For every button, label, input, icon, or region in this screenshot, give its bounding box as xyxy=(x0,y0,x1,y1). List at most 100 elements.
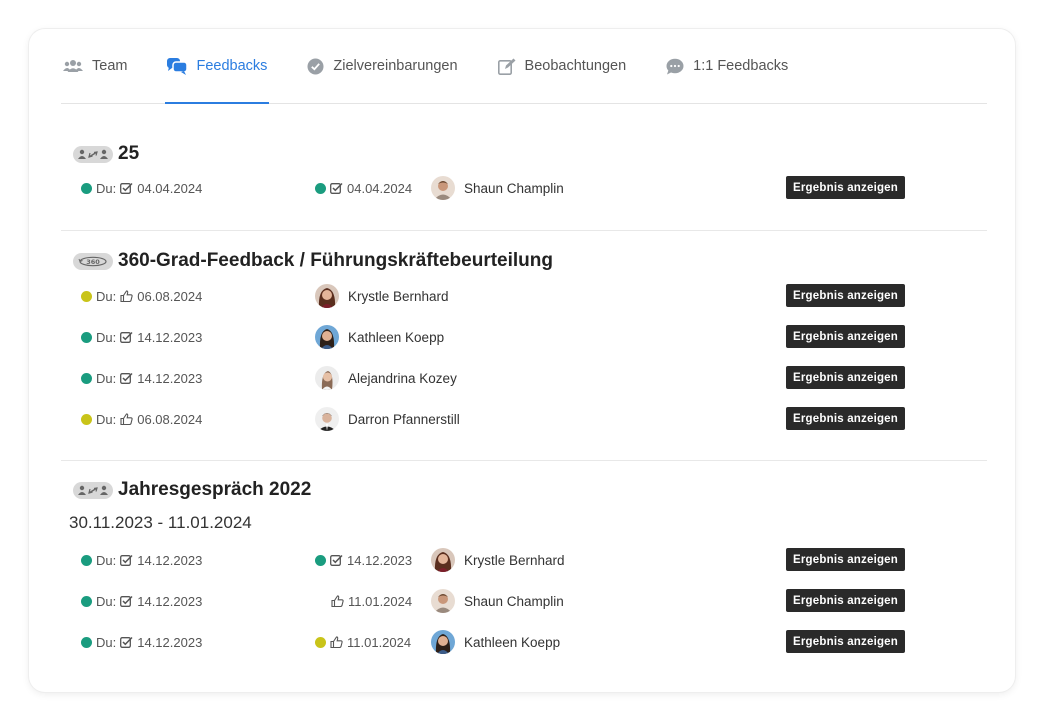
tab-feedbacks[interactable]: Feedbacks xyxy=(165,29,270,104)
status-dot xyxy=(81,413,92,425)
thumbs-up-icon xyxy=(120,413,133,425)
due-date-cell: Du: 04.04.2024 xyxy=(81,173,202,203)
feedback-row: Du: 06.08.2024 Darron Pfannerstill Ergeb… xyxy=(61,404,987,434)
section-header: 360 360-Grad-Feedback / Führungskräftebe… xyxy=(73,250,553,272)
due-date: 06.08.2024 xyxy=(137,288,203,304)
due-date-cell: Du: 06.08.2024 xyxy=(81,404,202,434)
due-prefix: Du: xyxy=(96,370,117,386)
person-cell[interactable]: Shaun Champlin xyxy=(431,173,564,203)
show-result-button[interactable]: Ergebnis anzeigen xyxy=(786,176,906,199)
avatar xyxy=(315,407,339,431)
person-name: Krystle Bernhard xyxy=(464,552,565,568)
tab-zielvereinbarungen-label: Zielvereinbarungen xyxy=(333,58,458,74)
avatar xyxy=(431,176,455,200)
tab-zielvereinbarungen[interactable]: Zielvereinbarungen xyxy=(305,29,459,103)
tab-beobachtungen-label: Beobachtungen xyxy=(524,58,627,74)
response-date-cell: 04.04.2024 xyxy=(315,173,412,203)
feedback-row: Du: 14.12.2023 11.01.2024 Kathleen Koepp… xyxy=(61,627,987,657)
response-date-cell: 11.01.2024 xyxy=(331,586,412,616)
person-cell[interactable]: Krystle Bernhard xyxy=(315,281,449,311)
response-date: 11.01.2024 xyxy=(347,634,412,650)
person-cell[interactable]: Kathleen Koepp xyxy=(315,322,444,352)
due-date-cell: Du: 14.12.2023 xyxy=(81,545,202,575)
due-prefix: Du: xyxy=(96,288,117,304)
response-date-cell: 11.01.2024 xyxy=(315,627,411,657)
due-date-cell: Du: 06.08.2024 xyxy=(81,281,202,311)
show-result-button[interactable]: Ergebnis anzeigen xyxy=(786,284,906,307)
status-dot xyxy=(81,290,92,302)
due-prefix: Du: xyxy=(96,593,117,609)
person-cell[interactable]: Kathleen Koepp xyxy=(431,627,560,657)
person-name: Kathleen Koepp xyxy=(348,329,445,345)
person-cell[interactable]: Shaun Champlin xyxy=(431,586,564,616)
section-divider xyxy=(61,230,987,231)
status-dot xyxy=(81,331,92,343)
avatar xyxy=(315,284,339,308)
show-result-button[interactable]: Ergebnis anzeigen xyxy=(786,548,906,571)
response-date: 04.04.2024 xyxy=(347,180,413,196)
feedback-row: Du: 14.12.2023 11.01.2024 Shaun Champlin… xyxy=(61,586,987,616)
due-prefix: Du: xyxy=(96,634,117,650)
person-name: Kathleen Koepp xyxy=(464,634,561,650)
response-date: 11.01.2024 xyxy=(348,593,413,609)
avatar xyxy=(431,548,455,572)
show-result-button[interactable]: Ergebnis anzeigen xyxy=(786,366,906,389)
status-dot xyxy=(81,372,92,384)
users-icon xyxy=(63,60,83,72)
exchange-users-icon xyxy=(73,481,113,499)
feedback-card: Team Feedbacks Zielvereinbarungen Beobac… xyxy=(29,29,1015,692)
show-result-button[interactable]: Ergebnis anzeigen xyxy=(786,630,906,653)
section-title: Jahresgespräch 2022 xyxy=(118,479,312,500)
status-dot xyxy=(81,595,92,607)
due-date-cell: Du: 14.12.2023 xyxy=(81,627,202,657)
status-dot xyxy=(315,554,326,566)
feedback-row: Du: 04.04.2024 04.04.2024 Shaun Champlin… xyxy=(61,173,987,203)
response-date-cell: 14.12.2023 xyxy=(315,545,412,575)
show-result-button[interactable]: Ergebnis anzeigen xyxy=(786,589,906,612)
tab-feedbacks-label: Feedbacks xyxy=(196,58,268,74)
tab-beobachtungen[interactable]: Beobachtungen xyxy=(496,29,629,103)
feedback-row: Du: 14.12.2023 Alejandrina Kozey Ergebni… xyxy=(61,363,987,393)
status-dot xyxy=(81,182,92,194)
due-date-cell: Du: 14.12.2023 xyxy=(81,322,202,352)
edit-icon xyxy=(497,58,516,75)
due-date: 14.12.2023 xyxy=(137,634,203,650)
feedback-row: Du: 06.08.2024 Krystle Bernhard Ergebnis… xyxy=(61,281,987,311)
section-title: 25 xyxy=(118,143,140,164)
person-name: Shaun Champlin xyxy=(464,180,564,196)
due-date: 06.08.2024 xyxy=(137,411,203,427)
360-icon: 360 xyxy=(73,252,113,270)
feedback-row: Du: 14.12.2023 14.12.2023 Krystle Bernha… xyxy=(61,545,987,575)
show-result-button[interactable]: Ergebnis anzeigen xyxy=(786,407,906,430)
avatar xyxy=(431,589,455,613)
person-cell[interactable]: Darron Pfannerstill xyxy=(315,404,460,434)
checkbox-icon xyxy=(120,554,133,566)
show-result-button[interactable]: Ergebnis anzeigen xyxy=(786,325,906,348)
tab-team[interactable]: Team xyxy=(61,29,129,103)
person-name: Shaun Champlin xyxy=(464,593,564,609)
person-cell[interactable]: Alejandrina Kozey xyxy=(315,363,457,393)
section-header: 25 xyxy=(73,143,139,165)
checkbox-icon xyxy=(120,182,133,194)
due-prefix: Du: xyxy=(96,552,117,568)
thumbs-up-icon xyxy=(120,290,133,302)
checkbox-icon xyxy=(330,554,343,566)
person-cell[interactable]: Krystle Bernhard xyxy=(431,545,565,575)
due-prefix: Du: xyxy=(96,180,117,196)
avatar xyxy=(315,366,339,390)
tab-team-label: Team xyxy=(92,58,128,74)
avatar xyxy=(315,325,339,349)
tab-1on1-feedbacks[interactable]: 1:1 Feedbacks xyxy=(664,29,790,103)
chat-dots-icon xyxy=(666,58,684,74)
section-header: Jahresgespräch 2022 xyxy=(73,479,311,501)
thumbs-up-icon xyxy=(330,636,343,648)
checkbox-icon xyxy=(120,331,133,343)
tab-bar: Team Feedbacks Zielvereinbarungen Beobac… xyxy=(61,29,987,104)
due-date-cell: Du: 14.12.2023 xyxy=(81,586,202,616)
due-date: 14.12.2023 xyxy=(137,552,203,568)
status-dot xyxy=(315,636,326,648)
checkbox-icon xyxy=(120,595,133,607)
checkbox-icon xyxy=(120,636,133,648)
avatar xyxy=(431,630,455,654)
due-prefix: Du: xyxy=(96,329,117,345)
